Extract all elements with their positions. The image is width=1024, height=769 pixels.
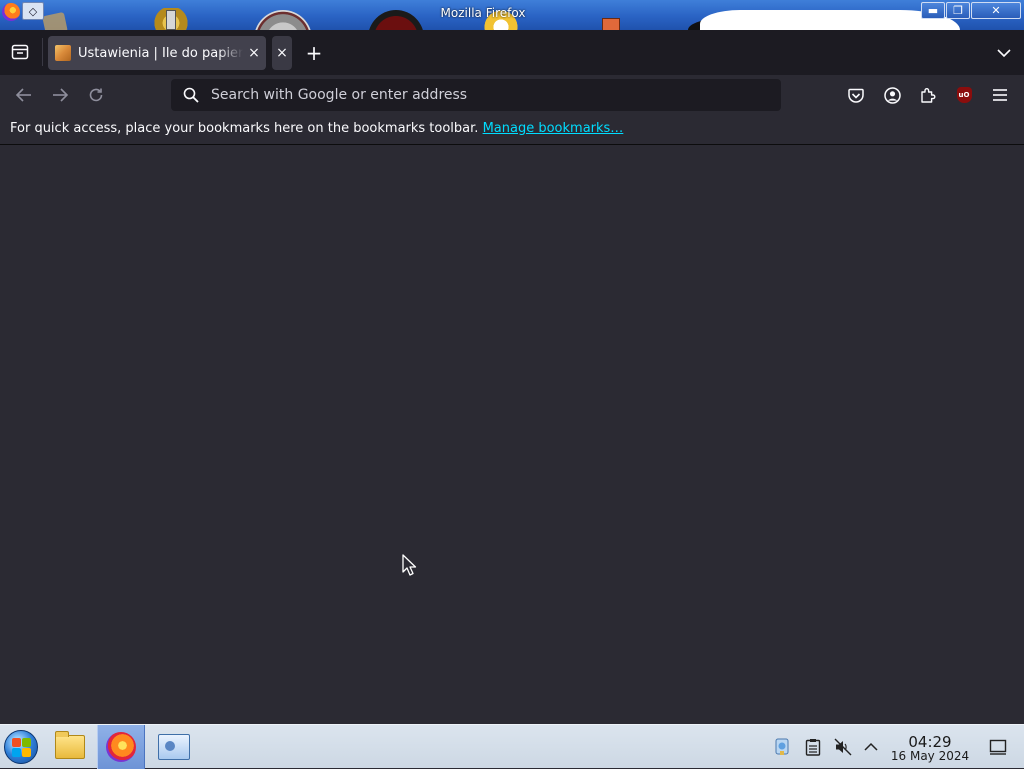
account-icon	[883, 86, 901, 104]
window-title: Mozilla Firefox	[440, 6, 526, 20]
clock-date[interactable]: 16 May 2024	[884, 749, 976, 763]
app-menu-button[interactable]	[986, 81, 1014, 109]
manage-bookmarks-link[interactable]: Manage bookmarks…	[483, 121, 624, 136]
address-bar[interactable]	[171, 79, 781, 111]
chevron-down-icon	[997, 49, 1011, 58]
close-window-button[interactable]: ✕	[971, 2, 1021, 19]
maximize-button[interactable]: ❐	[946, 2, 970, 19]
folder-icon	[55, 731, 85, 759]
mouse-cursor-icon	[402, 554, 417, 576]
pocket-icon	[848, 88, 864, 103]
tray-expand[interactable]	[861, 737, 881, 757]
firefox-icon	[106, 732, 136, 762]
clipboard-icon	[805, 739, 821, 756]
extensions-icon	[921, 88, 936, 103]
page-content[interactable]	[0, 146, 1024, 724]
close-icon[interactable]: ×	[247, 46, 261, 60]
ublock-origin-button[interactable]: uO	[950, 81, 978, 109]
tab-bar: Ustawienia | Ile do papieru × × +	[0, 30, 1024, 75]
search-icon	[183, 87, 199, 103]
address-input[interactable]	[211, 79, 771, 111]
tray-clipboard[interactable]	[803, 737, 823, 757]
firefox-view-button[interactable]	[6, 38, 34, 66]
ublock-icon: uO	[956, 87, 972, 103]
notifications-button[interactable]	[988, 737, 1008, 757]
extensions-button[interactable]	[914, 81, 942, 109]
taskbar-file-manager[interactable]	[46, 725, 94, 769]
navigation-toolbar: uO	[0, 75, 1024, 115]
tray-network[interactable]	[772, 737, 792, 757]
bookmarks-toolbar-message: For quick access, place your bookmarks h…	[10, 121, 623, 136]
pocket-button[interactable]	[842, 81, 870, 109]
back-button[interactable]	[10, 81, 38, 109]
taskbar-remote-desktop[interactable]	[150, 725, 198, 769]
speaker-muted-icon	[834, 738, 852, 756]
forward-arrow-icon	[53, 88, 69, 102]
tab-separator	[42, 38, 43, 66]
minimize-button[interactable]: ▬	[921, 2, 945, 19]
start-button[interactable]	[4, 730, 38, 764]
remote-desktop-icon	[158, 734, 190, 760]
site-favicon	[55, 45, 71, 61]
window-titlebar[interactable]: ◇ Mozilla Firefox ▬ ❐ ✕	[0, 0, 1024, 30]
taskbar-firefox[interactable]	[97, 725, 145, 769]
bookmarks-empty-message: For quick access, place your bookmarks h…	[10, 121, 479, 136]
tab-list-icon	[11, 44, 29, 60]
back-arrow-icon	[15, 88, 31, 102]
list-all-tabs-button[interactable]	[990, 39, 1018, 67]
bookmarks-toolbar: For quick access, place your bookmarks h…	[0, 115, 1024, 145]
account-button[interactable]	[878, 81, 906, 109]
forward-button[interactable]	[46, 81, 74, 109]
reload-button[interactable]	[82, 81, 110, 109]
notification-icon	[989, 739, 1007, 755]
tab-title: Ustawienia | Ile do papieru	[78, 45, 243, 61]
chevron-up-icon	[864, 742, 878, 751]
reload-icon	[89, 88, 103, 102]
network-icon	[775, 738, 789, 755]
tray-volume[interactable]	[833, 737, 853, 757]
close-icon[interactable]: ×	[272, 36, 292, 70]
hamburger-menu-icon	[993, 89, 1007, 101]
taskbar: 04:29 16 May 2024	[0, 724, 1024, 769]
new-tab-button[interactable]: +	[300, 39, 328, 67]
tab-active[interactable]: Ustawienia | Ile do papieru ×	[48, 36, 266, 70]
